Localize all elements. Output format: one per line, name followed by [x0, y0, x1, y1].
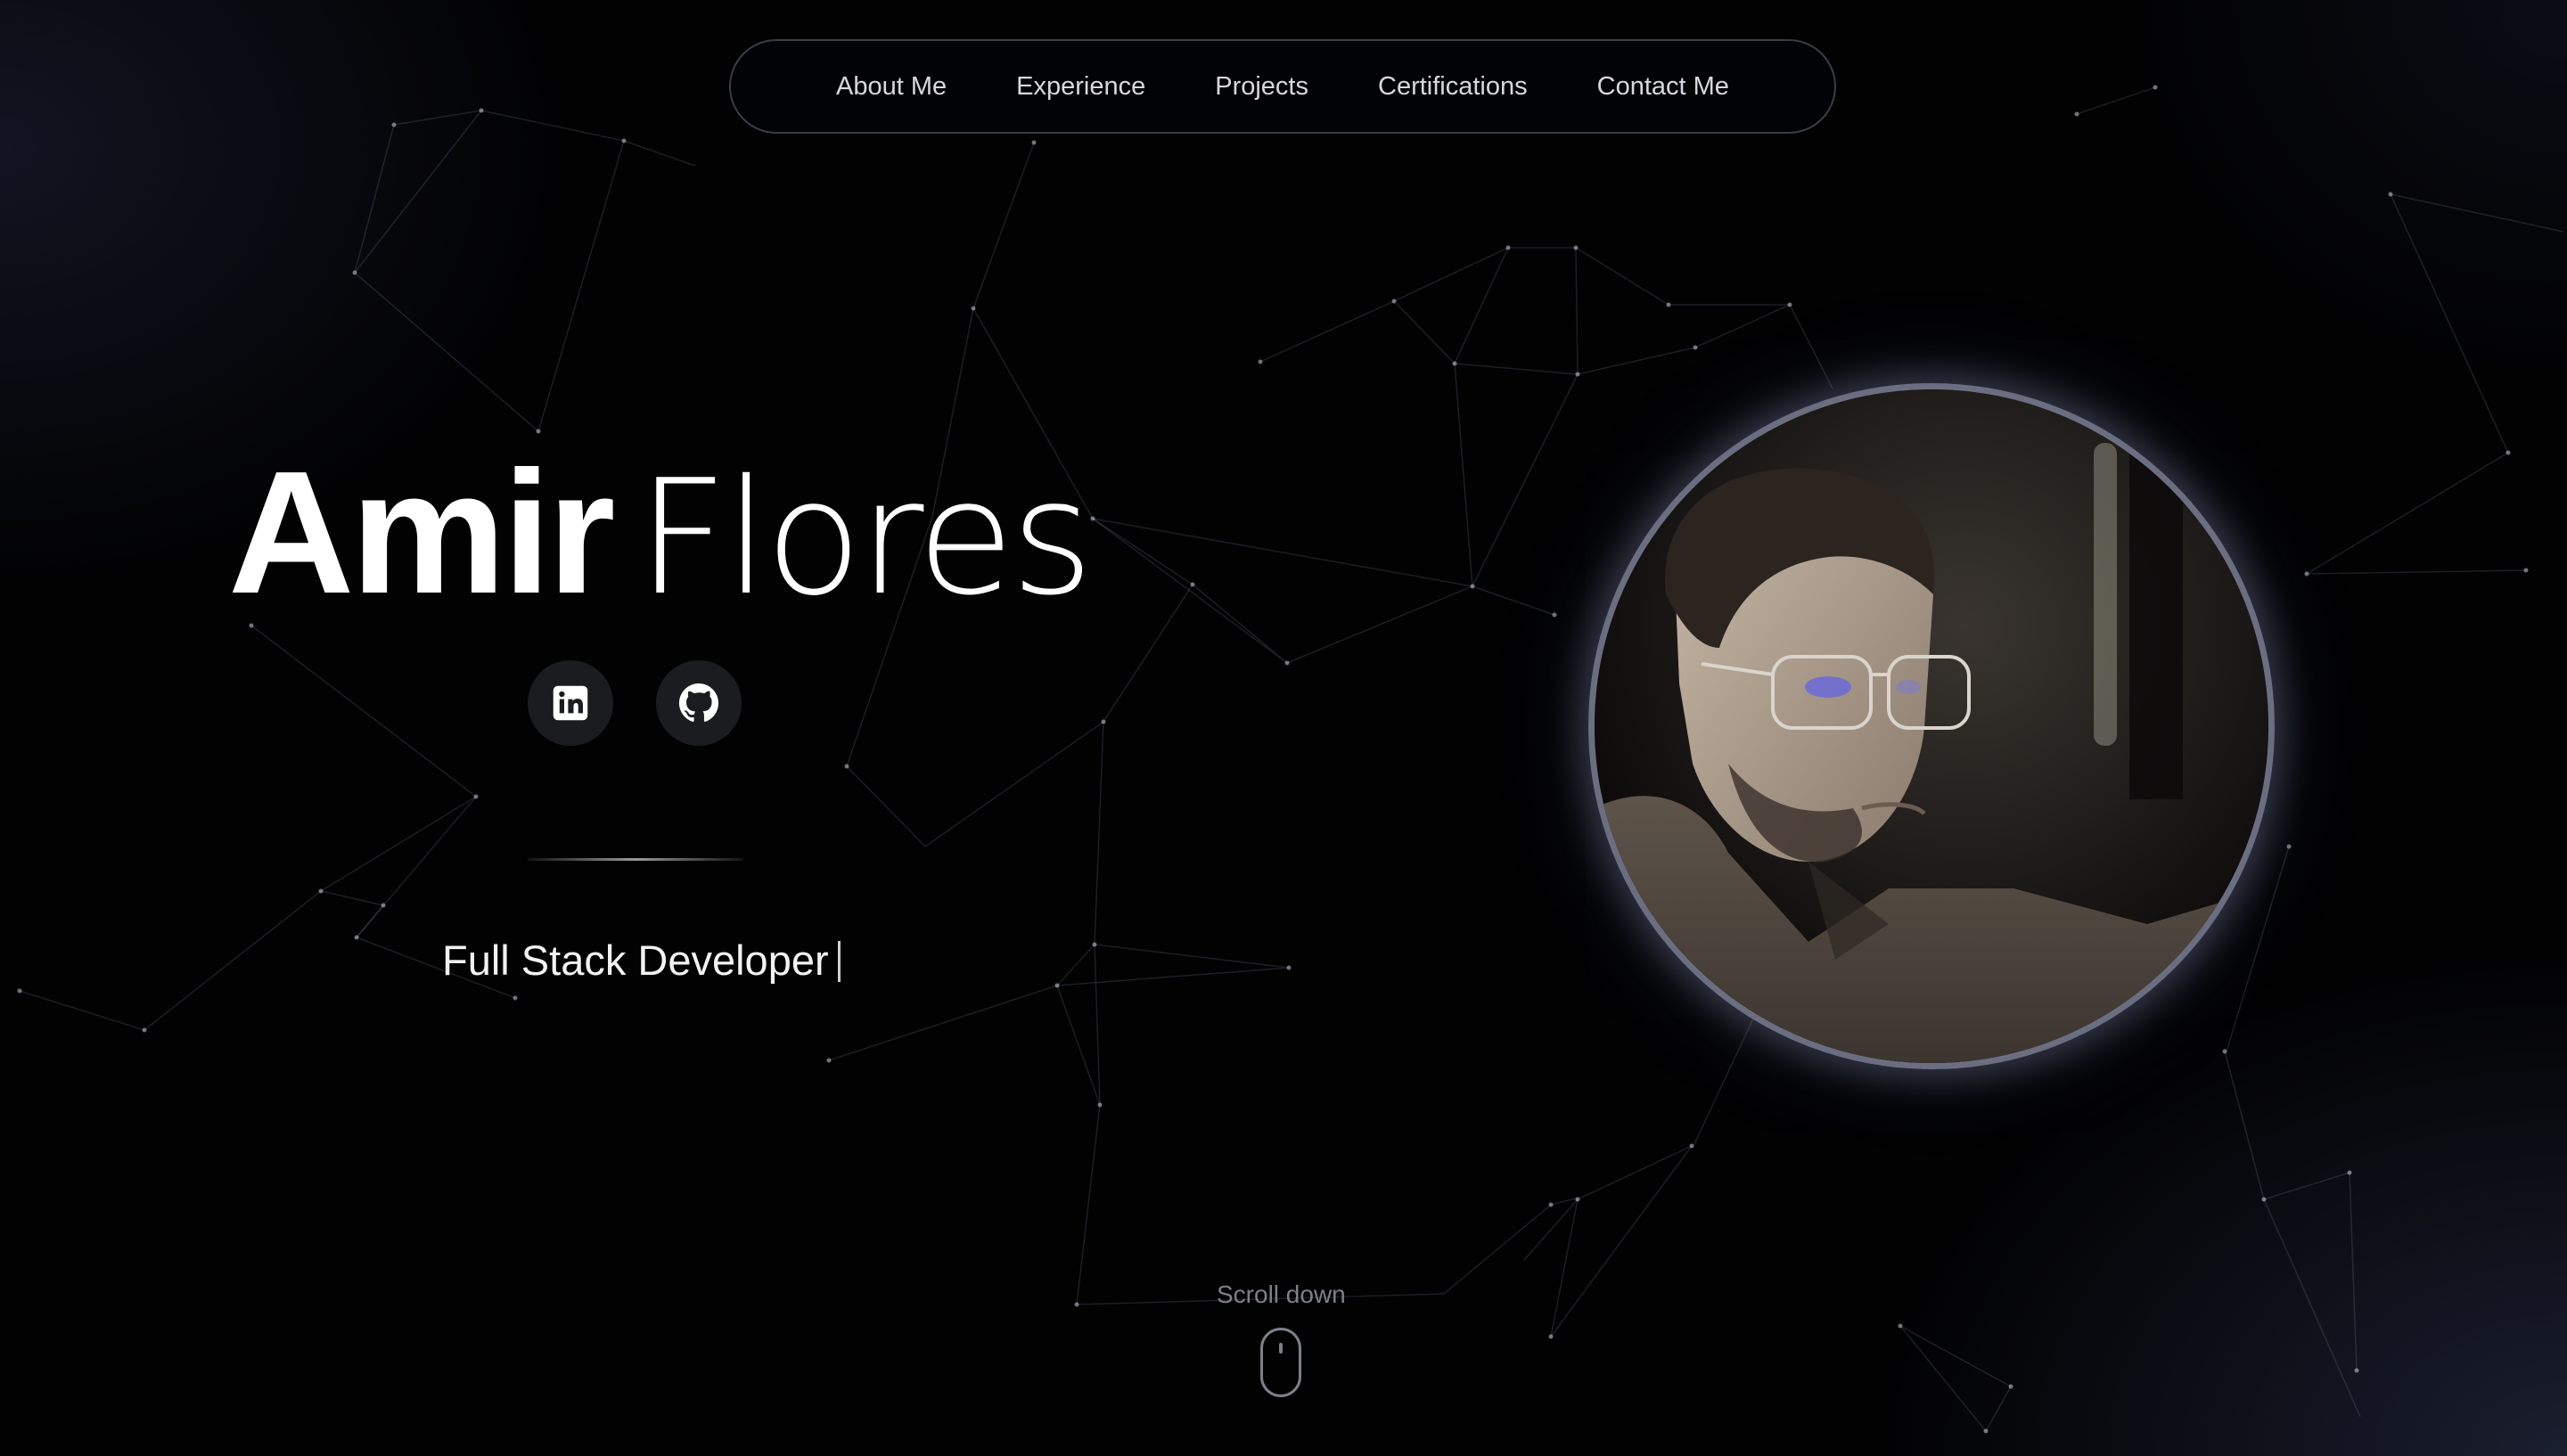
- profile-portrait-image: [1595, 389, 2268, 1063]
- hero-last-name: Flores: [636, 446, 1094, 630]
- github-button[interactable]: [656, 660, 742, 746]
- hero-first-name: Amir: [228, 435, 616, 630]
- profile-photo: [1588, 383, 2275, 1069]
- nav-contact-me[interactable]: Contact Me: [1597, 72, 1729, 102]
- nav-certifications[interactable]: Certifications: [1378, 72, 1528, 102]
- linkedin-button[interactable]: [528, 660, 613, 746]
- nav-experience[interactable]: Experience: [1016, 72, 1145, 102]
- role-typewriter: Full Stack Developer: [442, 936, 841, 985]
- top-navigation: About Me Experience Projects Certificati…: [729, 39, 1836, 134]
- github-icon: [678, 683, 719, 722]
- nav-about-me[interactable]: About Me: [836, 72, 947, 102]
- mouse-wheel: [1279, 1343, 1283, 1354]
- nav-projects[interactable]: Projects: [1215, 72, 1308, 102]
- hero-divider: [528, 858, 743, 861]
- typing-cursor: [837, 941, 841, 982]
- scroll-down-label: Scroll down: [1217, 1280, 1346, 1308]
- scroll-mouse-icon[interactable]: [1260, 1328, 1301, 1397]
- role-text: Full Stack Developer: [442, 937, 829, 984]
- linkedin-icon: [553, 685, 588, 721]
- hero-name: Amir Flores: [228, 446, 1094, 620]
